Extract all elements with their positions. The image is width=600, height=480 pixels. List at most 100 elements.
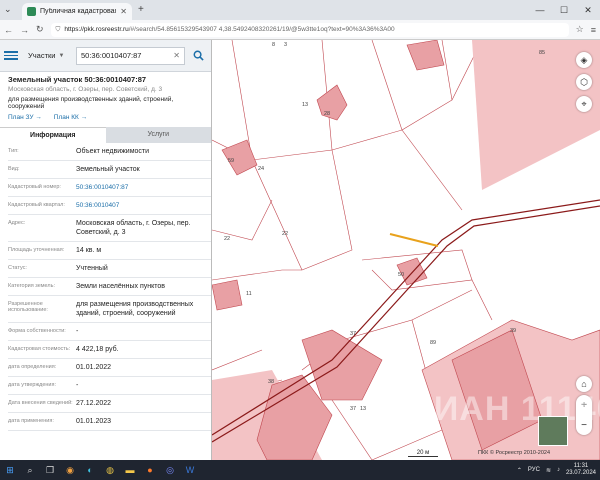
object-purpose-text: для размещения производственных зданий, …: [8, 96, 174, 110]
system-tray: ⌃ РУС ≋ ♪ 11:31 23.07.2024: [517, 463, 596, 477]
parcel-label: 59: [228, 158, 234, 164]
reload-icon[interactable]: ↻: [36, 24, 44, 35]
row-value: -: [76, 328, 79, 335]
plan-links: План ЗУ → План КК →: [8, 114, 203, 121]
watermark: ЦИАН 11140: [408, 390, 600, 428]
search-button[interactable]: [189, 47, 207, 65]
clock-date: 23.07.2024: [565, 470, 596, 476]
bookmark-star-icon[interactable]: ☆: [576, 24, 584, 35]
url-path: /#/search/54.85615329543907 4,38.5492408…: [128, 26, 395, 33]
map-copyright: ПКК © Росреестр 2010-2024: [478, 450, 551, 456]
search-input[interactable]: 50:36:0010407:87 ✕: [76, 46, 185, 65]
browser-tab[interactable]: Публичная кадастровая карта ✕: [22, 3, 132, 20]
row-key: Категория земель:: [8, 283, 56, 289]
menu-icon[interactable]: ≡: [591, 25, 596, 35]
info-row: дата определения: 01.01.2022: [8, 359, 211, 377]
edge-icon[interactable]: ◐: [84, 464, 96, 476]
clock[interactable]: 11:31 23.07.2024: [566, 463, 596, 477]
row-key: Кадастровая стоимость:: [8, 346, 71, 352]
search-icon[interactable]: ⌕: [24, 464, 36, 476]
cadastral-number-link[interactable]: 50:36:0010407:87: [76, 183, 211, 192]
row-key: Тип:: [8, 148, 19, 154]
tab-list-icon[interactable]: ⌄: [4, 4, 12, 15]
word-icon[interactable]: W: [184, 464, 196, 476]
parcel-label: 50: [398, 272, 404, 278]
window-controls: — ☐ ✕: [528, 0, 600, 20]
info-row: Статус: Учтенный: [8, 260, 211, 278]
start-icon[interactable]: ⊞: [4, 464, 16, 476]
url-host: https://pkk.rosreestr.ru: [64, 26, 129, 33]
object-address: Московская область, г. Озеры, пер. Совет…: [8, 86, 163, 93]
tab-close-icon[interactable]: ✕: [120, 7, 127, 16]
info-row: Кадастровая стоимость: 4 422,18 руб.: [8, 341, 211, 359]
plan-zu-link[interactable]: План ЗУ →: [8, 114, 42, 121]
row-value: для размещения производственных зданий, …: [76, 301, 194, 317]
parcel-label: 85: [539, 50, 545, 56]
row-value: Земли населённых пунктов: [76, 283, 166, 290]
parcel-label: 24: [258, 166, 264, 172]
messenger-icon[interactable]: ◎: [164, 464, 176, 476]
rosreestr-favicon-icon: [27, 7, 36, 16]
new-tab-icon[interactable]: +: [138, 4, 144, 15]
maximize-icon[interactable]: ☐: [552, 0, 576, 20]
cadastral-map[interactable]: 8 3 85 13 28 59 24 22 22 11 50 37 39 89 …: [212, 40, 600, 460]
navigation-bar: ← → ↻ ⛉ https://pkk.rosreestr.ru/#/searc…: [0, 20, 600, 40]
row-value: 01.01.2023: [76, 418, 112, 425]
selected-parcel[interactable]: [389, 233, 439, 247]
chrome-icon[interactable]: ◍: [104, 464, 116, 476]
row-value: 4 422,18 руб.: [76, 346, 119, 353]
info-row: Площадь уточненная: 14 кв. м: [8, 242, 211, 260]
parcel-label: 22: [224, 236, 230, 242]
info-panel: Участки ▼ 50:36:0010407:87 ✕ Земельный у…: [0, 40, 212, 460]
task-view-icon[interactable]: ❐: [44, 464, 56, 476]
url-field[interactable]: ⛉ https://pkk.rosreestr.ru/#/search/54.8…: [50, 22, 569, 37]
parcel-label: 13: [360, 406, 366, 412]
close-window-icon[interactable]: ✕: [576, 0, 600, 20]
volume-icon[interactable]: ♪: [557, 467, 560, 473]
wifi-icon[interactable]: ≋: [546, 467, 551, 474]
hamburger-menu-icon[interactable]: [4, 51, 18, 60]
row-key: Разрешенное использование:: [8, 301, 48, 313]
building-37[interactable]: [301, 329, 383, 401]
ruler-icon[interactable]: ⬡: [576, 74, 592, 90]
parcel-label: 89: [430, 340, 436, 346]
info-row: Категория земель: Земли населённых пункто…: [8, 278, 211, 296]
row-value: 14 кв. м: [76, 247, 102, 254]
firefox-icon[interactable]: ●: [144, 464, 156, 476]
locate-icon[interactable]: ⌖: [576, 96, 592, 112]
info-row: дата утверждения: -: [8, 377, 211, 395]
search-icon: [193, 50, 204, 61]
cadastral-quarter-link[interactable]: 50:36:0010407: [76, 201, 211, 210]
info-row: Вид: Земельный участок: [8, 161, 211, 179]
search-input-value: 50:36:0010407:87: [81, 51, 142, 60]
minimap-thumbnail[interactable]: [538, 416, 568, 446]
layers-icon[interactable]: ◈: [576, 52, 592, 68]
forward-icon[interactable]: →: [20, 25, 29, 35]
search-type-select[interactable]: Участки ▼: [22, 51, 72, 60]
info-row: Кадастровый квартал: 50:36:0010407: [8, 197, 211, 215]
building-13[interactable]: [316, 84, 348, 121]
back-icon[interactable]: ←: [4, 25, 13, 35]
shield-icon: ⛉: [55, 25, 61, 33]
minimize-icon[interactable]: —: [528, 0, 552, 20]
row-key: Форма собственности:: [8, 328, 66, 334]
tray-chevron-icon[interactable]: ⌃: [517, 467, 522, 474]
parcel-label: 37: [350, 406, 356, 412]
language-indicator[interactable]: РУС: [528, 467, 540, 473]
search-type-value: Участки: [28, 51, 56, 60]
row-value: Московская область, г. Озеры, пер. Совет…: [76, 220, 191, 236]
row-value: 27.12.2022: [76, 400, 112, 407]
row-value: -: [76, 382, 79, 389]
clear-icon[interactable]: ✕: [173, 51, 180, 60]
parcel-label: 8: [272, 42, 275, 48]
plan-kk-link[interactable]: План КК →: [54, 114, 87, 121]
tab-services[interactable]: Услуги: [105, 127, 211, 143]
tab-information[interactable]: Информация: [0, 127, 106, 143]
object-header: Земельный участок 50:36:0010407:87 Моско…: [0, 72, 211, 121]
file-explorer-icon[interactable]: ▬: [124, 464, 136, 476]
info-row: Разрешенное использование: для размещения…: [8, 296, 211, 323]
row-value: Земельный участок: [76, 166, 140, 173]
widgets-icon[interactable]: ◉: [64, 464, 76, 476]
building-top[interactable]: [406, 40, 445, 71]
building-22[interactable]: [212, 279, 243, 311]
